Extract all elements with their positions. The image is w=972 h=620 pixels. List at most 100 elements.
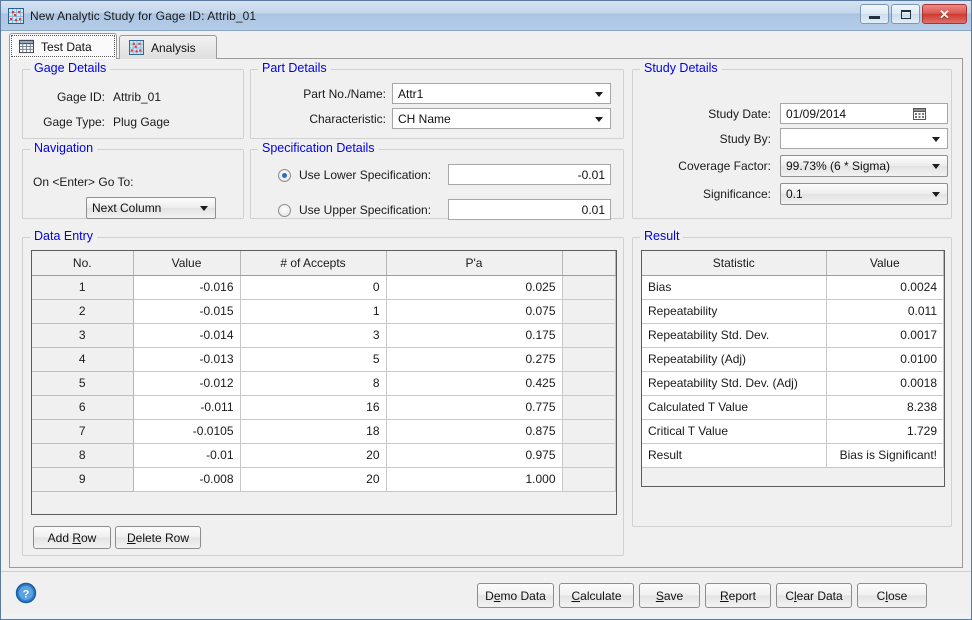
cell-pa[interactable]: 0.275 — [386, 347, 563, 372]
save-button[interactable]: Save — [639, 583, 700, 608]
cell-value[interactable]: -0.015 — [133, 299, 241, 324]
cell-value[interactable]: 8.238 — [826, 395, 944, 420]
cell-no[interactable]: 2 — [32, 299, 134, 324]
cell-value[interactable]: -0.012 — [133, 371, 241, 396]
calculate-button[interactable]: Calculate — [559, 583, 634, 608]
significance-combo[interactable]: 0.1 — [780, 183, 948, 205]
clear-data-button[interactable]: Clear Data — [776, 583, 852, 608]
table-row[interactable]: 9 -0.008 20 1.000 — [32, 467, 616, 492]
cell-no[interactable]: 1 — [32, 275, 134, 300]
cell-accepts[interactable]: 0 — [240, 275, 387, 300]
data-entry-grid[interactable]: No. Value # of Accepts P'a 1 -0.016 0 0.025… — [31, 250, 617, 515]
tab-analysis[interactable]: Analysis — [119, 35, 217, 59]
close-button[interactable]: ✕ — [922, 4, 967, 24]
cell-statistic[interactable]: Calculated T Value — [642, 395, 827, 420]
cell-value[interactable]: -0.0105 — [133, 419, 241, 444]
cell-pa[interactable]: 0.425 — [386, 371, 563, 396]
cell-accepts[interactable]: 20 — [240, 443, 387, 468]
cell-pa[interactable]: 0.875 — [386, 419, 563, 444]
cell-statistic[interactable]: Repeatability Std. Dev. — [642, 323, 827, 348]
demo-data-button[interactable]: Demo Data — [477, 583, 554, 608]
characteristic-combo[interactable]: CH Name — [392, 108, 611, 129]
cell-pa[interactable]: 0.025 — [386, 275, 563, 300]
table-row[interactable]: 4 -0.013 5 0.275 — [32, 347, 616, 372]
cell-accepts[interactable]: 5 — [240, 347, 387, 372]
column-header-pa[interactable]: P'a — [386, 251, 563, 276]
cell-value[interactable]: 0.0100 — [826, 347, 944, 372]
cell-pa[interactable]: 0.775 — [386, 395, 563, 420]
table-row[interactable]: 7 -0.0105 18 0.875 — [32, 419, 616, 444]
upper-specification-input[interactable]: 0.01 — [448, 199, 611, 220]
table-row[interactable]: Calculated T Value 8.238 — [642, 395, 944, 420]
column-header-value[interactable]: Value — [133, 251, 241, 276]
use-upper-specification-radio[interactable]: Use Upper Specification: — [278, 203, 431, 217]
cell-pa[interactable]: 0.075 — [386, 299, 563, 324]
column-header-value[interactable]: Value — [826, 251, 944, 276]
cell-value[interactable]: -0.008 — [133, 467, 241, 492]
cell-no[interactable]: 7 — [32, 419, 134, 444]
lower-specification-input[interactable]: -0.01 — [448, 164, 611, 185]
cell-no[interactable]: 3 — [32, 323, 134, 348]
delete-row-button[interactable]: Delete Row — [115, 526, 201, 549]
maximize-button[interactable] — [891, 4, 920, 24]
cell-no[interactable]: 9 — [32, 467, 134, 492]
table-row[interactable]: Critical T Value 1.729 — [642, 419, 944, 444]
cell-statistic[interactable]: Repeatability Std. Dev. (Adj) — [642, 371, 827, 396]
cell-value[interactable]: -0.011 — [133, 395, 241, 420]
column-header-accepts[interactable]: # of Accepts — [240, 251, 387, 276]
cell-no[interactable]: 6 — [32, 395, 134, 420]
cell-pa[interactable]: 0.975 — [386, 443, 563, 468]
cell-value[interactable]: -0.016 — [133, 275, 241, 300]
cell-accepts[interactable]: 1 — [240, 299, 387, 324]
cell-value[interactable]: Bias is Significant! — [826, 443, 944, 468]
table-row[interactable]: Repeatability Std. Dev. 0.0017 — [642, 323, 944, 348]
table-row[interactable]: Bias 0.0024 — [642, 275, 944, 300]
study-by-combo[interactable] — [780, 128, 948, 149]
cell-accepts[interactable]: 3 — [240, 323, 387, 348]
column-header-no[interactable]: No. — [32, 251, 134, 276]
help-circle-icon[interactable]: ? — [15, 582, 37, 604]
table-row[interactable]: Repeatability (Adj) 0.0100 — [642, 347, 944, 372]
cell-value[interactable]: 0.0024 — [826, 275, 944, 300]
calendar-icon[interactable] — [913, 107, 927, 121]
report-button[interactable]: Report — [705, 583, 771, 608]
minimize-button[interactable] — [860, 4, 889, 24]
table-row[interactable]: 6 -0.011 16 0.775 — [32, 395, 616, 420]
result-grid[interactable]: Statistic Value Bias 0.0024 Repeatability 0… — [641, 250, 945, 487]
table-row[interactable]: Repeatability 0.011 — [642, 299, 944, 324]
cell-value[interactable]: -0.014 — [133, 323, 241, 348]
use-lower-specification-radio[interactable]: Use Lower Specification: — [278, 168, 431, 182]
cell-statistic[interactable]: Critical T Value — [642, 419, 827, 444]
cell-statistic[interactable]: Repeatability (Adj) — [642, 347, 827, 372]
cell-statistic[interactable]: Result — [642, 443, 827, 468]
table-row[interactable]: Repeatability Std. Dev. (Adj) 0.0018 — [642, 371, 944, 396]
cell-accepts[interactable]: 16 — [240, 395, 387, 420]
cell-pa[interactable]: 0.175 — [386, 323, 563, 348]
tab-test-data[interactable]: Test Data — [9, 33, 117, 59]
cell-value[interactable]: 0.0018 — [826, 371, 944, 396]
cell-value[interactable]: -0.013 — [133, 347, 241, 372]
on-enter-goto-combo[interactable]: Next Column — [86, 197, 216, 219]
table-row[interactable]: 3 -0.014 3 0.175 — [32, 323, 616, 348]
cell-value[interactable]: 1.729 — [826, 419, 944, 444]
cell-value[interactable]: -0.01 — [133, 443, 241, 468]
cell-statistic[interactable]: Bias — [642, 275, 827, 300]
close-button[interactable]: Close — [857, 583, 927, 608]
coverage-factor-combo[interactable]: 99.73% (6 * Sigma) — [780, 155, 948, 177]
column-header-statistic[interactable]: Statistic — [642, 251, 827, 276]
study-date-field[interactable]: 01/09/2014 — [780, 103, 948, 124]
cell-pa[interactable]: 1.000 — [386, 467, 563, 492]
cell-statistic[interactable]: Repeatability — [642, 299, 827, 324]
cell-no[interactable]: 5 — [32, 371, 134, 396]
table-row[interactable]: 1 -0.016 0 0.025 — [32, 275, 616, 300]
cell-accepts[interactable]: 8 — [240, 371, 387, 396]
cell-no[interactable]: 4 — [32, 347, 134, 372]
part-no-combo[interactable]: Attr1 — [392, 83, 611, 104]
cell-accepts[interactable]: 20 — [240, 467, 387, 492]
cell-value[interactable]: 0.0017 — [826, 323, 944, 348]
cell-accepts[interactable]: 18 — [240, 419, 387, 444]
table-row[interactable]: Result Bias is Significant! — [642, 443, 944, 468]
table-row[interactable]: 2 -0.015 1 0.075 — [32, 299, 616, 324]
cell-value[interactable]: 0.011 — [826, 299, 944, 324]
cell-no[interactable]: 8 — [32, 443, 134, 468]
